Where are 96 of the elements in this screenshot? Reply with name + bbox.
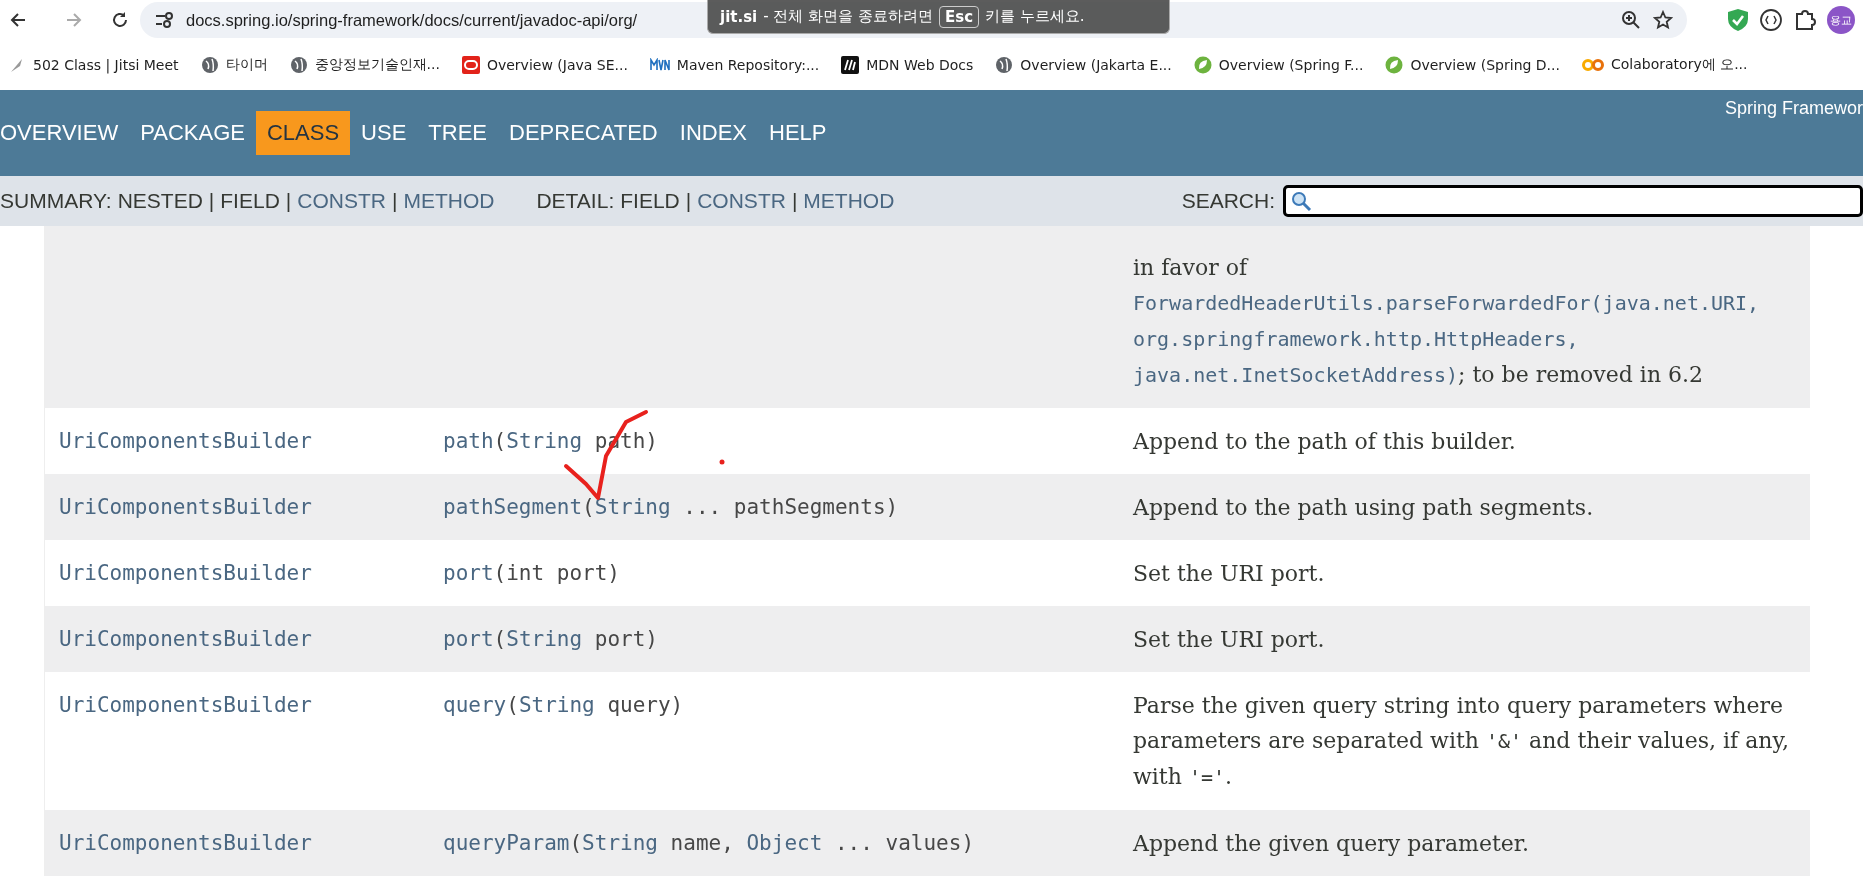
notice-text: - 전체 화면을 종료하려면 xyxy=(763,7,933,26)
search-icon xyxy=(1290,190,1312,212)
signature-link[interactable]: Object xyxy=(746,831,823,855)
nav-tab[interactable]: OVERVIEW xyxy=(0,111,130,155)
profile-avatar[interactable]: 용교 xyxy=(1827,6,1855,34)
maven-icon xyxy=(649,58,670,72)
type-link[interactable]: UriComponentsBuilder xyxy=(59,561,312,585)
subnav-label: DETAIL: xyxy=(536,189,615,213)
subnav-text: NESTED xyxy=(117,189,203,213)
signature-link[interactable]: pathSegment xyxy=(443,495,583,519)
bookmark[interactable]: Overview (Spring D... xyxy=(1385,56,1560,74)
description-text: Append the given query parameter. xyxy=(1132,830,1530,858)
subnav-text: FIELD xyxy=(220,189,280,213)
parameter-text: ( xyxy=(493,429,507,453)
nav-tab[interactable]: HELP xyxy=(758,111,838,155)
type-link[interactable]: UriComponentsBuilder xyxy=(59,429,312,453)
subnav-label: SUMMARY: xyxy=(0,189,112,213)
search-label: SEARCH: xyxy=(1181,189,1275,213)
bookmark[interactable]: Overview (Spring F... xyxy=(1193,56,1364,74)
leaf-icon xyxy=(1385,56,1404,74)
parameter-text: ... values) xyxy=(833,831,975,855)
nav-tab[interactable]: PACKAGE xyxy=(129,111,256,155)
bookmark[interactable]: MDN Web Docs xyxy=(841,56,974,74)
search-field[interactable] xyxy=(1283,185,1863,217)
parameter-text: ( xyxy=(506,693,519,717)
globe-icon xyxy=(200,56,219,74)
zoom-icon[interactable] xyxy=(1621,10,1641,30)
separator-text: | xyxy=(391,189,398,213)
description-text: Append to the path using path segments. xyxy=(1132,494,1595,522)
parameter-text: port) xyxy=(593,627,658,651)
signature-link[interactable]: port xyxy=(443,561,494,585)
separator-text: | xyxy=(791,189,798,213)
separator-text: | xyxy=(285,189,292,213)
type-link[interactable]: UriComponentsBuilder xyxy=(59,627,312,651)
bookmark[interactable]: 502 Class | Jitsi Meet xyxy=(8,56,179,74)
description-text: in favor of ForwardedHeaderUtils.parseForwardedFor(java.net.URI, org.springframework.http.HttpHeaders, java.net.InetSocketAddress); to be removed in 6.2 xyxy=(1132,254,1761,389)
shield-icon[interactable] xyxy=(1727,8,1749,32)
signature-link[interactable]: port xyxy=(443,627,494,651)
section-link[interactable]: CONSTR xyxy=(697,189,786,213)
subnav-text: FIELD xyxy=(620,189,680,213)
description-text: Set the URI port. xyxy=(1132,626,1326,654)
section-link[interactable]: METHOD xyxy=(403,189,495,213)
signature-link[interactable]: String xyxy=(582,831,658,855)
separator-text: | xyxy=(685,189,692,213)
nav-tab[interactable]: USE xyxy=(350,111,418,155)
bookmark[interactable]: Maven Repository:... xyxy=(649,57,820,73)
notice-brand: jit.si xyxy=(720,7,758,26)
nav-tab[interactable]: INDEX xyxy=(668,111,758,155)
globe-icon xyxy=(995,56,1014,74)
extension-icon[interactable] xyxy=(1759,8,1783,32)
bookmark[interactable]: 중앙정보기술인재... xyxy=(289,56,440,74)
separator-text: | xyxy=(208,189,215,213)
description-text: Set the URI port. xyxy=(1132,560,1326,588)
section-link[interactable]: CONSTR xyxy=(297,189,386,213)
signature-link[interactable]: String xyxy=(518,693,595,717)
colab-icon xyxy=(1582,58,1604,72)
signature-link[interactable]: String xyxy=(506,429,583,453)
site-settings-icon[interactable] xyxy=(154,11,174,29)
star-icon[interactable] xyxy=(1653,10,1673,30)
nav-tab[interactable]: CLASS xyxy=(255,111,351,155)
code-link[interactable]: ForwardedHeaderUtils.parseForwardedFor(java.net.URI, xyxy=(1133,291,1760,315)
parameter-text: ( xyxy=(493,627,507,651)
key-label: Esc xyxy=(938,5,980,28)
mdn-icon xyxy=(841,56,860,74)
globe-icon xyxy=(289,56,308,74)
puzzle-icon[interactable] xyxy=(1793,8,1817,32)
signature-link[interactable]: path xyxy=(443,429,494,453)
signature-link[interactable]: query xyxy=(443,693,507,717)
notice-text: 키를 누르세요. xyxy=(985,7,1085,26)
project-title: Spring Framewor xyxy=(1724,98,1863,119)
section-link[interactable]: METHOD xyxy=(803,189,895,213)
description-text: Parse the given query string into query parameters where parameters are separated with '&' and their values, if any, with '='. xyxy=(1132,692,1791,791)
code-link[interactable]: org.springframework.http.HttpHeaders, xyxy=(1133,327,1579,351)
signature-link[interactable]: String xyxy=(506,627,583,651)
bookmark[interactable]: 타이머 xyxy=(200,56,268,74)
url-text: docs.spring.io/spring-framework/docs/current/javadoc-api/org/ xyxy=(186,10,638,30)
nav-tab[interactable]: TREE xyxy=(417,111,499,155)
bookmark[interactable]: Colaboratory에 오... xyxy=(1582,56,1748,74)
parameter-text: name, xyxy=(669,831,735,855)
signature-link[interactable]: String xyxy=(594,495,671,519)
bookmark[interactable]: Overview (Jakarta E... xyxy=(995,56,1172,74)
parameter-text: ( xyxy=(582,495,595,519)
code-link[interactable]: java.net.InetSocketAddress) xyxy=(1133,363,1459,387)
description-text: Append to the path of this builder. xyxy=(1132,428,1517,456)
parameter-text: query) xyxy=(606,693,684,717)
parameter-text: (int port) xyxy=(493,561,620,585)
bookmark[interactable]: Overview (Java SE... xyxy=(461,56,628,74)
parameter-text: ... pathSegments) xyxy=(682,495,899,519)
type-link[interactable]: UriComponentsBuilder xyxy=(59,693,312,717)
parameter-text: ( xyxy=(569,831,583,855)
nav-tab[interactable]: DEPRECATED xyxy=(498,111,669,155)
type-link[interactable]: UriComponentsBuilder xyxy=(59,831,312,855)
leaf-icon xyxy=(1193,56,1212,74)
type-link[interactable]: UriComponentsBuilder xyxy=(59,495,312,519)
signature-link[interactable]: queryParam xyxy=(443,831,570,855)
reload-icon[interactable] xyxy=(110,10,130,30)
